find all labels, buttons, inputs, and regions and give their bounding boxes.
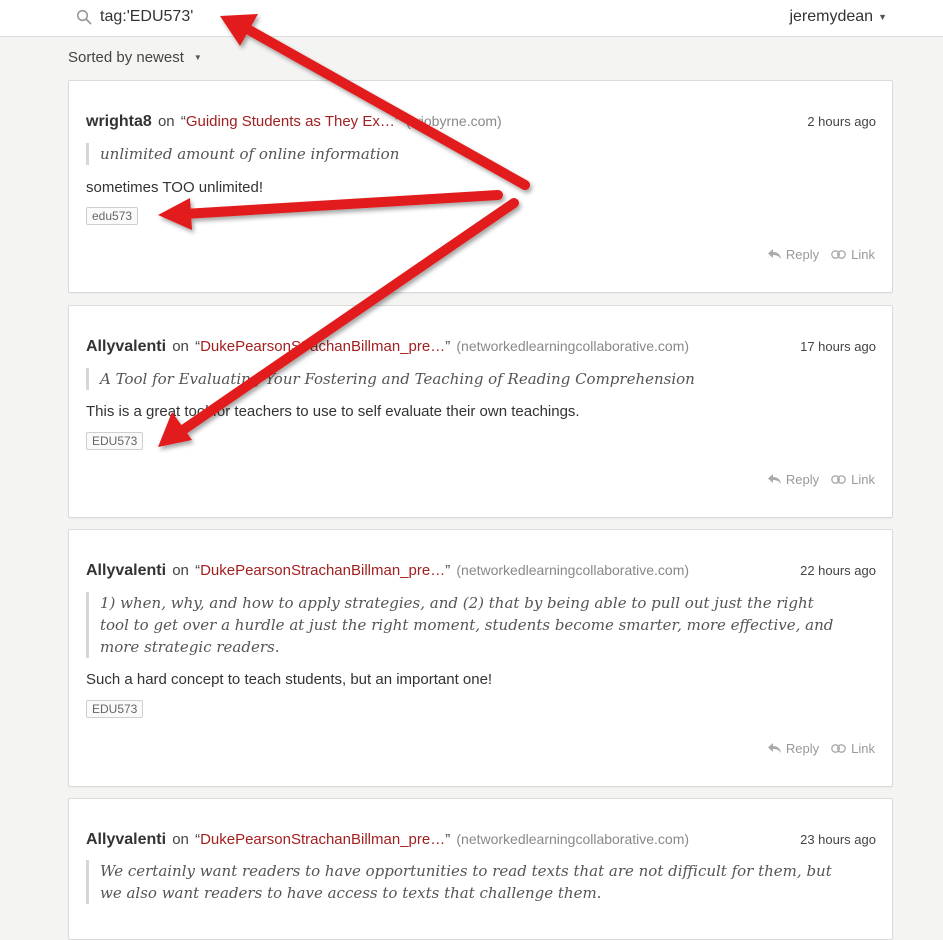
annotation-timestamp[interactable]: 22 hours ago [800,562,876,580]
on-label: on [172,831,189,848]
link-label: Link [851,472,875,487]
user-menu[interactable]: jeremydean ▼ [789,8,887,26]
reply-button[interactable]: Reply [767,472,820,487]
annotation-timestamp[interactable]: 17 hours ago [800,338,876,356]
annotation-comment: sometimes TOO unlimited! [86,179,264,196]
sort-dropdown[interactable]: Sorted by newest ▼ [68,49,202,66]
link-icon [831,475,846,484]
link-button[interactable]: Link [831,247,875,262]
close-quote: ” [445,562,451,579]
annotation-user[interactable]: Allyvalenti [86,831,166,848]
search-icon[interactable] [76,9,92,25]
annotation-quote: A Tool for Evaluating Your Fostering and… [86,368,844,390]
reply-label: Reply [785,247,820,262]
annotation-quote: We certainly want readers to have opport… [86,860,844,904]
close-quote: ” [394,113,400,130]
link-label: Link [851,741,875,756]
annotation-user[interactable]: Allyvalenti [86,562,166,579]
caret-down-icon: ▼ [193,53,202,62]
reply-button[interactable]: Reply [767,741,820,756]
reply-button[interactable]: Reply [767,247,820,262]
link-icon [831,250,846,259]
annotation-user[interactable]: Allyvalenti [86,338,166,355]
annotation-header: Allyvalenti on “DukePearsonStrachanBillm… [86,337,876,356]
document-domain: (wiobyrne.com) [406,113,502,129]
annotation-tag[interactable]: EDU573 [86,432,144,450]
annotation-comment: Such a hard concept to teach students, b… [86,671,493,688]
link-label: Link [851,247,875,262]
annotation-timestamp[interactable]: 2 hours ago [807,113,876,131]
document-title-link[interactable]: DukePearsonStrachanBillman_pre… [200,338,445,355]
caret-down-icon: ▼ [878,12,887,22]
annotation-header: wrighta8 on “Guiding Students as They Ex… [86,112,876,131]
document-domain: (networkedlearningcollaborative.com) [456,562,690,578]
close-quote: ” [445,338,451,355]
annotation-header: Allyvalenti on “DukePearsonStrachanBillm… [86,561,876,580]
annotation-tag[interactable]: edu573 [86,207,139,225]
sort-label: Sorted by newest [68,49,184,66]
annotation-timestamp[interactable]: 23 hours ago [800,831,876,849]
annotation-card: Allyvalenti on “DukePearsonStrachanBillm… [68,529,893,787]
reply-icon [767,474,781,484]
annotation-card: Allyvalenti on “DukePearsonStrachanBillm… [68,305,893,518]
annotation-user[interactable]: wrighta8 [86,113,152,130]
reply-label: Reply [785,741,820,756]
document-domain: (networkedlearningcollaborative.com) [456,831,690,847]
top-bar: tag:'EDU573' jeremydean ▼ [0,0,943,37]
annotation-comment: This is a great tool for teachers to use… [86,403,580,420]
annotation-quote: unlimited amount of online information [86,143,844,165]
annotation-quote: 1) when, why, and how to apply strategie… [86,592,844,658]
link-button[interactable]: Link [831,741,875,756]
username: jeremydean [789,8,874,25]
document-title-link[interactable]: DukePearsonStrachanBillman_pre… [200,562,445,579]
document-title-link[interactable]: Guiding Students as They Ex… [186,113,395,130]
on-label: on [172,338,189,355]
annotation-header: Allyvalenti on “DukePearsonStrachanBillm… [86,830,876,849]
reply-icon [767,249,781,259]
annotation-actions: Reply Link [756,472,875,487]
document-domain: (networkedlearningcollaborative.com) [456,338,690,354]
on-label: on [172,562,189,579]
annotation-card: Allyvalenti on “DukePearsonStrachanBillm… [68,798,893,940]
link-icon [831,744,846,753]
annotation-tag[interactable]: EDU573 [86,700,144,718]
search-input[interactable]: tag:'EDU573' [100,8,193,26]
close-quote: ” [445,831,451,848]
annotation-actions: Reply Link [756,247,875,262]
link-button[interactable]: Link [831,472,875,487]
reply-label: Reply [785,472,820,487]
document-title-link[interactable]: DukePearsonStrachanBillman_pre… [200,831,445,848]
annotation-actions: Reply Link [756,741,875,756]
reply-icon [767,743,781,753]
on-label: on [157,113,175,130]
annotation-card: wrighta8 on “Guiding Students as They Ex… [68,80,893,293]
